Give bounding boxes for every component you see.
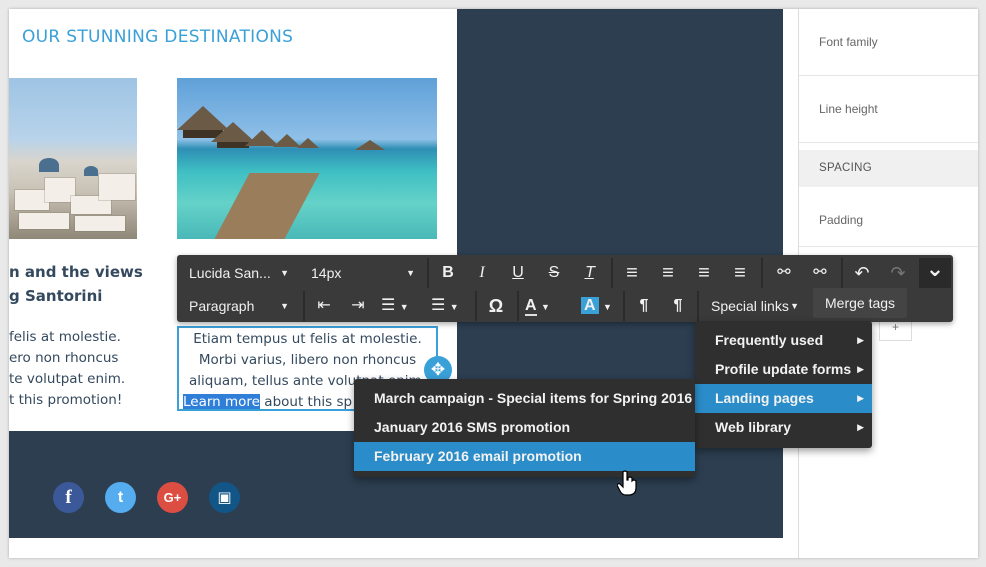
clear-format-icon[interactable]: T̲: [575, 258, 605, 288]
destination-heading[interactable]: n and the views g Santorini: [9, 260, 143, 308]
special-links-menu: Frequently used ▶ Profile update forms ▶ L…: [695, 321, 872, 448]
spacing-section-header: SPACING: [799, 150, 978, 187]
redo-icon[interactable]: ↷: [883, 258, 913, 288]
link-icon[interactable]: ⚯: [769, 258, 799, 288]
numbered-list-icon[interactable]: ☰ ▼: [381, 291, 421, 321]
text-color-icon[interactable]: A ▼: [525, 291, 565, 321]
rtl-direction-icon[interactable]: ¶: [663, 291, 693, 321]
maldives-beach-image[interactable]: [177, 78, 437, 239]
chevron-down-icon: ▼: [790, 301, 799, 311]
menu-item-profile-update-forms[interactable]: Profile update forms ▶: [695, 355, 872, 384]
chevron-down-icon: ▼: [280, 301, 289, 311]
selected-link-text[interactable]: Learn more: [183, 394, 260, 409]
line-height-label: Line height: [819, 102, 878, 116]
font-family-select[interactable]: Lucida San... ▼: [181, 258, 297, 288]
app-frame: OUR STUNNING DESTINATIONS n and the view…: [9, 9, 978, 558]
menu-item-frequently-used[interactable]: Frequently used ▶: [695, 326, 872, 355]
paragraph-format-value: Paragraph: [189, 298, 255, 314]
toolbar-divider: [761, 258, 763, 288]
google-plus-icon[interactable]: G+: [157, 482, 188, 513]
rich-text-toolbar: Lucida San... ▼ 14px ▼ B I U S T̲ ≡ ≡ ≡ ≡ …: [177, 255, 953, 322]
italic-icon[interactable]: I: [467, 258, 497, 288]
section-title[interactable]: OUR STUNNING DESTINATIONS: [22, 27, 293, 47]
chevron-right-icon: ▶: [857, 422, 864, 432]
twitter-icon[interactable]: t: [105, 482, 136, 513]
special-character-icon[interactable]: Ω: [481, 291, 511, 321]
align-left-icon[interactable]: ≡: [617, 258, 647, 288]
ltr-direction-icon[interactable]: ¶: [629, 291, 659, 321]
chevron-right-icon: ▶: [857, 335, 864, 345]
background-color-icon[interactable]: A ▼: [581, 291, 621, 321]
toolbar-divider: [475, 291, 477, 321]
submenu-item-january-sms[interactable]: January 2016 SMS promotion: [354, 413, 695, 442]
text-line: ero non rhoncus: [9, 350, 119, 366]
outdent-icon[interactable]: ⇤: [309, 291, 339, 321]
toolbar-divider: [427, 258, 429, 288]
font-family-value: Lucida San...: [189, 265, 271, 281]
special-links-label: Special links: [711, 298, 789, 314]
padding-label: Padding: [819, 213, 864, 227]
chevron-right-icon: ▶: [857, 364, 864, 374]
align-right-icon[interactable]: ≡: [689, 258, 719, 288]
bold-icon[interactable]: B: [433, 258, 463, 288]
facebook-icon[interactable]: f: [53, 482, 84, 513]
paragraph-format-select[interactable]: Paragraph ▼: [181, 291, 297, 321]
font-family-label: Font family: [819, 35, 878, 49]
chevron-down-icon: ▼: [406, 268, 415, 278]
santorini-image[interactable]: [9, 78, 137, 239]
text-line: Etiam tempus ut felis at molestie.: [193, 331, 422, 347]
submenu-item-march-campaign[interactable]: March campaign - Special items for Sprin…: [354, 384, 695, 413]
bulleted-list-icon[interactable]: ☰ ▼: [431, 291, 471, 321]
underline-icon[interactable]: U: [503, 258, 533, 288]
strikethrough-icon[interactable]: S: [539, 258, 569, 288]
undo-icon[interactable]: ↶: [847, 258, 877, 288]
toolbar-divider: [623, 291, 625, 321]
hand-cursor-icon: [617, 470, 637, 496]
text-line: felis at molestie.: [9, 329, 121, 345]
submenu-item-february-email[interactable]: February 2016 email promotion: [354, 442, 695, 471]
text-line: te volutpat enim.: [9, 371, 126, 387]
destination-text[interactable]: felis at molestie. ero non rhoncus te vo…: [9, 327, 125, 411]
chevron-down-icon: ⌄: [925, 256, 945, 281]
heading-line: n and the views: [9, 263, 143, 281]
special-links-dropdown[interactable]: Special links ▼: [703, 291, 807, 321]
text-line: Morbi varius, libero non rhoncus: [198, 352, 417, 368]
justify-icon[interactable]: ≡: [725, 258, 755, 288]
instagram-icon[interactable]: ▣: [209, 482, 240, 513]
toolbar-divider: [517, 291, 519, 321]
landing-pages-submenu: March campaign - Special items for Sprin…: [354, 379, 695, 477]
font-size-select[interactable]: 14px ▼: [303, 258, 423, 288]
align-center-icon[interactable]: ≡: [653, 258, 683, 288]
line-height-row[interactable]: Line height: [799, 76, 978, 143]
text-line: t this promotion!: [9, 392, 123, 408]
font-family-row[interactable]: Font family: [799, 9, 978, 76]
font-size-value: 14px: [311, 265, 342, 281]
menu-item-landing-pages[interactable]: Landing pages ▶: [695, 384, 872, 413]
padding-row[interactable]: Padding: [799, 187, 978, 247]
menu-item-web-library[interactable]: Web library ▶: [695, 413, 872, 442]
indent-icon[interactable]: ⇥: [343, 291, 373, 321]
chevron-down-icon: ▼: [280, 268, 289, 278]
collapse-toolbar-button[interactable]: ⌄: [919, 256, 951, 288]
merge-tags-button[interactable]: Merge tags: [813, 288, 908, 318]
toolbar-divider: [841, 258, 843, 288]
chevron-right-icon: ▶: [857, 393, 864, 403]
unlink-icon[interactable]: ⚯: [805, 258, 835, 288]
toolbar-divider: [303, 291, 305, 321]
toolbar-divider: [697, 291, 699, 321]
toolbar-divider: [611, 258, 613, 288]
text-fragment: about this sp: [260, 394, 353, 410]
heading-line: g Santorini: [9, 287, 103, 305]
